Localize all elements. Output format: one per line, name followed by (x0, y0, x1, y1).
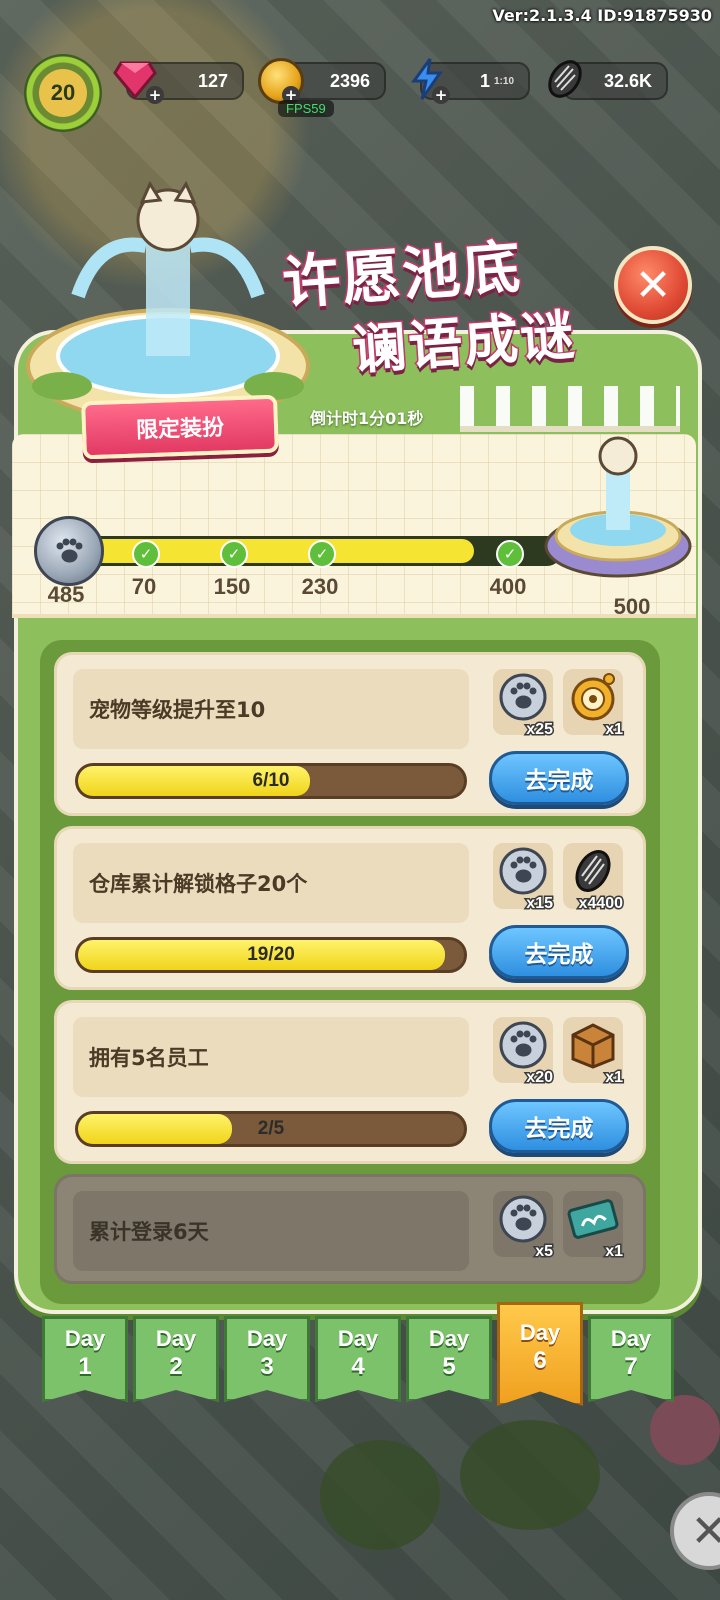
day-tab-label: Day (246, 1326, 288, 1351)
paw-coin-icon (34, 516, 104, 586)
ticket-icon (567, 1193, 619, 1245)
task-progress-text: 19/20 (247, 944, 295, 965)
task-card: 宠物等级提升至10 x25 x1 6/10 去完成 (54, 652, 646, 816)
day-tab-number: 1 (78, 1353, 92, 1380)
day-tab-5[interactable]: Day 5 (406, 1316, 492, 1402)
energy-value: 1 (479, 70, 490, 91)
milestone-label-500: 500 (613, 594, 651, 619)
compass-icon (567, 671, 619, 723)
task-card: 累计登录6天 x5 x1 (54, 1174, 646, 1284)
day-tab-number: 7 (624, 1353, 638, 1380)
seed-icon (542, 56, 588, 102)
close-icon: ✕ (690, 1505, 720, 1557)
milestone-label: 230 (301, 574, 339, 599)
milestone-check-icon: ✓ (132, 540, 160, 568)
task-card: 仓库累计解锁格子20个 x15 x4400 19/20 去完成 (54, 826, 646, 990)
current-points: 485 (47, 582, 85, 607)
reward-item[interactable]: x4400 (563, 843, 624, 914)
milestone-label: 70 (131, 574, 157, 599)
add-gems-icon[interactable]: + (146, 86, 164, 104)
reward-item[interactable]: x1 (563, 669, 624, 740)
milestone-check-icon: ✓ (220, 540, 248, 568)
milestone-check-icon: ✓ (496, 540, 524, 568)
task-progress-bar: 2/5 (75, 1111, 467, 1147)
day-tab-7[interactable]: Day 7 (588, 1316, 674, 1402)
day-tab-label: Day (428, 1326, 470, 1351)
day-tab-label: Day (519, 1320, 561, 1345)
reward-item[interactable]: x15 (493, 843, 554, 914)
paw-coin-icon (497, 671, 549, 723)
seed-icon (567, 845, 619, 897)
task-progress-text: 6/10 (252, 770, 290, 791)
day-tab-2[interactable]: Day 2 (133, 1316, 219, 1402)
player-level: 20 (39, 69, 87, 117)
task-description: 拥有5名员工 (73, 1017, 469, 1097)
go-complete-button[interactable]: 去完成 (489, 751, 629, 805)
fps-counter: FPS59 (278, 100, 334, 117)
version-label: Ver:2.1.3.4 ID:91875930 (492, 6, 712, 25)
day-tab-3[interactable]: Day 3 (224, 1316, 310, 1402)
day-tab-number: 3 (260, 1353, 274, 1380)
reward-quantity: x4400 (577, 894, 624, 914)
day-tab-number: 6 (533, 1347, 547, 1374)
task-card: 拥有5名员工 x20 x1 2/5 去完成 (54, 1000, 646, 1164)
go-complete-button[interactable]: 去完成 (489, 925, 629, 979)
reward-quantity: x5 (534, 1242, 555, 1262)
fence-decoration (460, 386, 680, 432)
task-description: 仓库累计解锁格子20个 (73, 843, 469, 923)
reward-quantity: x1 (604, 1068, 625, 1088)
task-description: 累计登录6天 (73, 1191, 469, 1271)
reward-item[interactable]: x20 (493, 1017, 554, 1088)
reward-item[interactable]: x1 (563, 1191, 624, 1262)
task-progress-bar: 6/10 (75, 763, 467, 799)
close-button[interactable]: ✕ (614, 246, 692, 324)
day-tab-number: 4 (351, 1353, 365, 1380)
paw-coin-icon (497, 1193, 549, 1245)
limited-outfit-tag[interactable]: 限定装扮 (81, 394, 279, 460)
task-progress-text: 2/5 (257, 1118, 285, 1139)
reward-item[interactable]: x25 (493, 669, 554, 740)
day-tab-6[interactable]: Day 6 (497, 1302, 583, 1406)
milestone-check-icon: ✓ (308, 540, 336, 568)
reward-quantity: x25 (525, 720, 555, 740)
player-level-badge[interactable]: 20 (24, 54, 102, 132)
reward-item[interactable]: x5 (493, 1191, 554, 1262)
energy-timer: 1:10 (493, 75, 514, 87)
close-icon: ✕ (634, 259, 672, 311)
day-tab-label: Day (64, 1326, 106, 1351)
milestone-label: 400 (489, 574, 527, 599)
task-progress-bar: 19/20 (75, 937, 467, 973)
task-description: 宠物等级提升至10 (73, 669, 469, 749)
day-tab-1[interactable]: Day 1 (42, 1316, 128, 1402)
day-tab-4[interactable]: Day 4 (315, 1316, 401, 1402)
day-tab-label: Day (337, 1326, 379, 1351)
reward-quantity: x20 (525, 1068, 555, 1088)
paw-coin-icon (497, 845, 549, 897)
milestone-label: 150 (213, 574, 251, 599)
milestone-reward-fountain-icon[interactable] (540, 428, 696, 588)
reward-quantity: x1 (604, 1242, 625, 1262)
go-complete-button[interactable]: 去完成 (489, 1099, 629, 1153)
day-tab-number: 5 (442, 1353, 456, 1380)
countdown-timer: 倒计时1分01秒 (310, 409, 424, 428)
add-energy-icon[interactable]: + (432, 86, 450, 104)
reward-item[interactable]: x1 (563, 1017, 624, 1088)
crate-icon (567, 1019, 619, 1071)
reward-quantity: x1 (604, 720, 625, 740)
event-title-line2: 谰语成谜 (349, 301, 580, 383)
paw-coin-icon (497, 1019, 549, 1071)
day-tab-label: Day (610, 1326, 652, 1351)
day-tab-label: Day (155, 1326, 197, 1351)
day-tab-number: 2 (169, 1353, 183, 1380)
reward-quantity: x15 (525, 894, 555, 914)
